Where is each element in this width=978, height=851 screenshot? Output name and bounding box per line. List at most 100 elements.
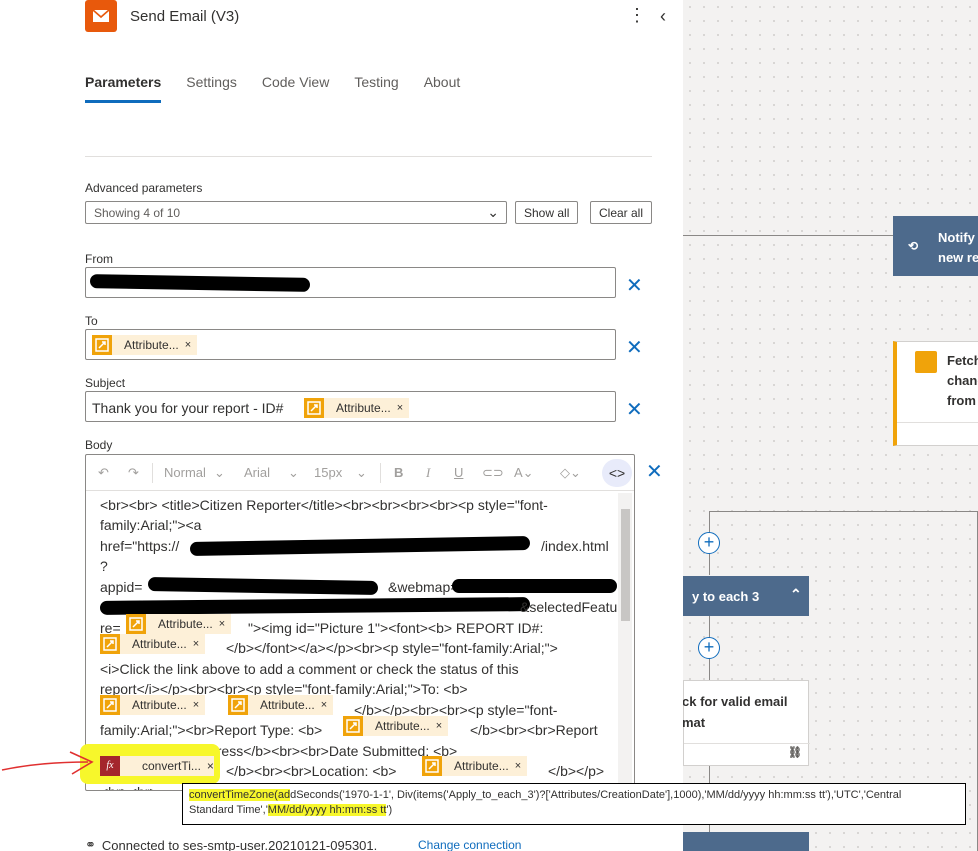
clear-all-button[interactable]: Clear all [590, 201, 653, 224]
font-color-icon[interactable]: A⌄ [514, 465, 534, 481]
change-connection-link[interactable]: Change connection [418, 838, 521, 851]
clear-from-close-icon[interactable]: ✕ [626, 276, 643, 296]
arcgis-token-icon [343, 716, 363, 736]
remove-token-icon[interactable]: × [193, 638, 205, 650]
highlight-color-icon[interactable]: ◇⌄ [560, 465, 581, 481]
chevron-up-icon[interactable]: ⌃ [790, 586, 802, 603]
redacted-text [452, 579, 617, 593]
link-icon[interactable]: ⊂⊃ [482, 465, 504, 481]
clear-subject-close-icon[interactable]: ✕ [626, 400, 643, 420]
tab-code-view[interactable]: Code View [262, 74, 329, 103]
expression-token[interactable]: fx convertTi... × [100, 756, 214, 776]
body-line: </b></p> [548, 763, 605, 779]
remove-token-icon[interactable]: × [436, 720, 448, 732]
dynamic-content-token[interactable]: Attribute... × [100, 695, 206, 715]
italic-icon[interactable]: I [426, 465, 430, 481]
subject-label: Subject [85, 376, 126, 390]
condition-card[interactable] [683, 832, 809, 851]
connection-text: Connected to ses-smtp-user.20210121-0953… [101, 837, 378, 851]
expression-tooltip: convertTimeZone(addSeconds('1970-1-1', D… [182, 783, 966, 825]
bold-icon[interactable]: B [394, 465, 403, 480]
arcgis-token-icon [100, 634, 120, 654]
dynamic-content-token[interactable]: Attribute... × [126, 614, 232, 634]
subject-input[interactable]: Thank you for your report - ID# Attribut… [85, 391, 616, 422]
more-options-icon[interactable]: ⋮ [628, 6, 646, 24]
clear-to-close-icon[interactable]: ✕ [626, 338, 643, 358]
redacted-text [89, 274, 311, 292]
fetch-card[interactable]: Fetch chang from [893, 341, 978, 446]
dynamic-content-token[interactable]: Attribute... × [92, 335, 198, 355]
to-label: To [85, 314, 98, 328]
notify-label: Notify [938, 230, 975, 245]
arcgis-token-icon [126, 614, 146, 634]
collapse-chevron-left-icon[interactable]: ‹ [660, 6, 666, 27]
from-label: From [85, 252, 113, 266]
token-label: Attribute... [132, 637, 187, 651]
remove-token-icon[interactable]: × [219, 618, 231, 630]
remove-token-icon[interactable]: × [185, 339, 197, 351]
redo-icon[interactable]: ↷ [128, 465, 139, 481]
remove-token-icon[interactable]: × [193, 699, 205, 711]
redacted-text [147, 576, 379, 596]
arcgis-token-icon [422, 756, 442, 776]
dynamic-content-token[interactable]: Attribute... × [100, 634, 206, 654]
body-line: &selectedFeatu [520, 599, 618, 615]
code-view-toggle-icon[interactable]: <> [602, 459, 632, 487]
body-line: appid= [100, 579, 143, 595]
flow-canvas[interactable]: ⟲ Notify new re Fetch chang from + y to … [682, 0, 978, 851]
tab-testing[interactable]: Testing [354, 74, 398, 103]
dynamic-content-token[interactable]: Attribute... × [304, 398, 410, 418]
token-label: Attribute... [132, 698, 187, 712]
check-email-card[interactable]: ck for valid email mat ⛓ [682, 680, 810, 766]
action-panel: Send Email (V3) ⋮ ‹ Parameters Settings … [0, 0, 683, 851]
chevron-down-icon: ⌄ [356, 465, 367, 480]
tab-about[interactable]: About [424, 74, 461, 103]
redacted-text [99, 597, 531, 615]
remove-token-icon[interactable]: × [207, 759, 214, 773]
editor-scrollbar[interactable] [618, 493, 632, 789]
tab-settings[interactable]: Settings [186, 74, 237, 103]
clear-body-close-icon[interactable]: ✕ [646, 462, 663, 482]
body-line: &webmap= [388, 579, 459, 595]
from-input[interactable] [85, 267, 616, 298]
paragraph-style-dropdown[interactable]: Normal [164, 465, 206, 480]
fetch-label-3: from [947, 393, 976, 408]
remove-token-icon[interactable]: × [397, 402, 409, 414]
undo-icon[interactable]: ↶ [98, 465, 109, 481]
font-family-dropdown[interactable]: Arial [244, 465, 270, 480]
connector-line [683, 235, 893, 236]
notify-card[interactable]: ⟲ Notify new re [893, 216, 978, 276]
add-step-plus-icon[interactable]: + [698, 532, 720, 554]
check-label: ck for valid email [682, 694, 788, 709]
red-arrow-annotation-icon [1, 751, 94, 775]
tab-parameters[interactable]: Parameters [85, 74, 162, 103]
arcgis-token-icon [92, 335, 112, 355]
apply-to-each-card[interactable]: y to each 3 ⌃ [683, 576, 809, 616]
show-all-button[interactable]: Show all [515, 201, 579, 224]
body-line: ? [100, 558, 108, 574]
dynamic-content-token[interactable]: Attribute... × [422, 756, 528, 776]
body-line: <br><br> <title>Citizen Reporter</title>… [100, 497, 548, 513]
advanced-parameters-dropdown[interactable]: Showing 4 of 10 ⌄ [85, 201, 507, 224]
font-size-dropdown[interactable]: 15px [314, 465, 342, 480]
scroll-thumb[interactable] [621, 509, 630, 621]
mail-icon [85, 0, 117, 32]
arcgis-token-icon [100, 695, 120, 715]
token-label: Attribute... [158, 617, 213, 631]
underline-icon[interactable]: U [454, 465, 463, 480]
dynamic-content-token[interactable]: Attribute... × [343, 716, 449, 736]
add-step-plus-icon[interactable]: + [698, 637, 720, 659]
remove-token-icon[interactable]: × [515, 760, 527, 772]
body-line: family:Arial;"><a [100, 517, 202, 533]
arcgis-token-icon [228, 695, 248, 715]
apply-label: y to each 3 [692, 589, 760, 604]
advanced-parameters-label: Advanced parameters [85, 181, 203, 195]
body-line: </b><br><br>Location: <b> [226, 763, 397, 779]
notify-label-2: new re [938, 250, 978, 265]
to-input[interactable]: Attribute... × [85, 329, 616, 360]
connector-line [709, 511, 978, 512]
redacted-text [189, 536, 531, 556]
remove-token-icon[interactable]: × [321, 699, 333, 711]
body-label: Body [85, 438, 113, 452]
dynamic-content-token[interactable]: Attribute... × [228, 695, 334, 715]
